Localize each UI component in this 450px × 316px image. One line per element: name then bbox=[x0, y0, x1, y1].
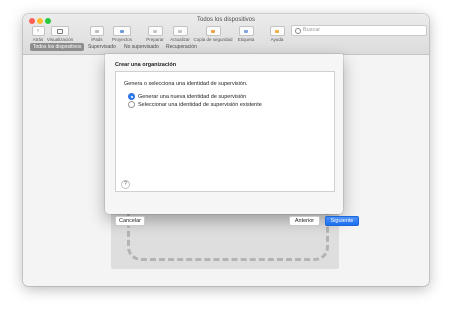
toolbar-projects-button[interactable]: Proyectos bbox=[109, 26, 135, 42]
toolbar-prepare-button[interactable]: Preparar bbox=[143, 26, 167, 42]
titlebar: Todos los dispositivos ‹ Atrás Visualiza… bbox=[23, 14, 429, 55]
option-generate-identity[interactable]: Generar una nueva identidad de supervisi… bbox=[128, 93, 246, 100]
sheet-content-panel: Genera o selecciona una identidad de sup… bbox=[115, 71, 335, 192]
option-select-existing-identity[interactable]: Seleccionar una identidad de supervisión… bbox=[128, 101, 262, 108]
cancel-button[interactable]: Cancelar bbox=[115, 216, 145, 226]
filter-unsupervised[interactable]: No supervisado bbox=[121, 43, 162, 51]
app-window: Todos los dispositivos ‹ Atrás Visualiza… bbox=[23, 14, 429, 286]
window-title: Todos los dispositivos bbox=[196, 17, 256, 23]
filter-recovery[interactable]: Recuperación bbox=[163, 43, 200, 51]
toolbar-ipads-button[interactable]: iPads bbox=[87, 26, 107, 42]
next-button[interactable]: Siguiente bbox=[325, 216, 359, 226]
back-arrow-icon: ‹ bbox=[37, 28, 39, 34]
toolbar-help-button[interactable]: Ayuda bbox=[267, 26, 287, 42]
toolbar-view-button[interactable]: Visualización bbox=[45, 26, 75, 42]
back-button[interactable]: Anterior bbox=[289, 216, 320, 226]
filter-all-devices[interactable]: Todos los dispositivos bbox=[30, 43, 85, 51]
tag-icon bbox=[244, 29, 248, 33]
prepare-icon bbox=[153, 29, 157, 33]
search-icon bbox=[295, 27, 301, 34]
option-label: Seleccionar una identidad de supervisión… bbox=[138, 101, 262, 108]
backup-icon bbox=[211, 29, 215, 33]
sheet-description: Genera o selecciona una identidad de sup… bbox=[124, 81, 248, 87]
update-icon bbox=[178, 29, 182, 33]
help-button[interactable]: ? bbox=[121, 180, 130, 189]
filter-bar: Todos los dispositivos Supervisado No su… bbox=[23, 42, 429, 53]
toolbar-tag-button[interactable]: Etiqueta bbox=[233, 26, 259, 42]
sheet-title: Crear una organización bbox=[115, 62, 177, 68]
radio-unselected[interactable] bbox=[128, 101, 135, 108]
help-icon bbox=[275, 29, 279, 33]
create-organization-sheet: Crear una organización Genera o seleccio… bbox=[105, 54, 359, 226]
toolbar-backup-button[interactable]: Copia de seguridad bbox=[191, 26, 235, 42]
option-label: Generar una nueva identidad de supervisi… bbox=[138, 93, 247, 100]
toolbar-update-button[interactable]: Actualizar bbox=[167, 26, 193, 42]
radio-selected[interactable] bbox=[128, 93, 135, 100]
ipad-icon bbox=[95, 29, 99, 33]
search-input[interactable]: Buscar bbox=[291, 25, 427, 36]
search-placeholder: Buscar bbox=[303, 27, 321, 33]
view-mode-icon bbox=[57, 28, 63, 34]
projects-icon bbox=[120, 29, 124, 33]
filter-supervised[interactable]: Supervisado bbox=[85, 43, 119, 51]
